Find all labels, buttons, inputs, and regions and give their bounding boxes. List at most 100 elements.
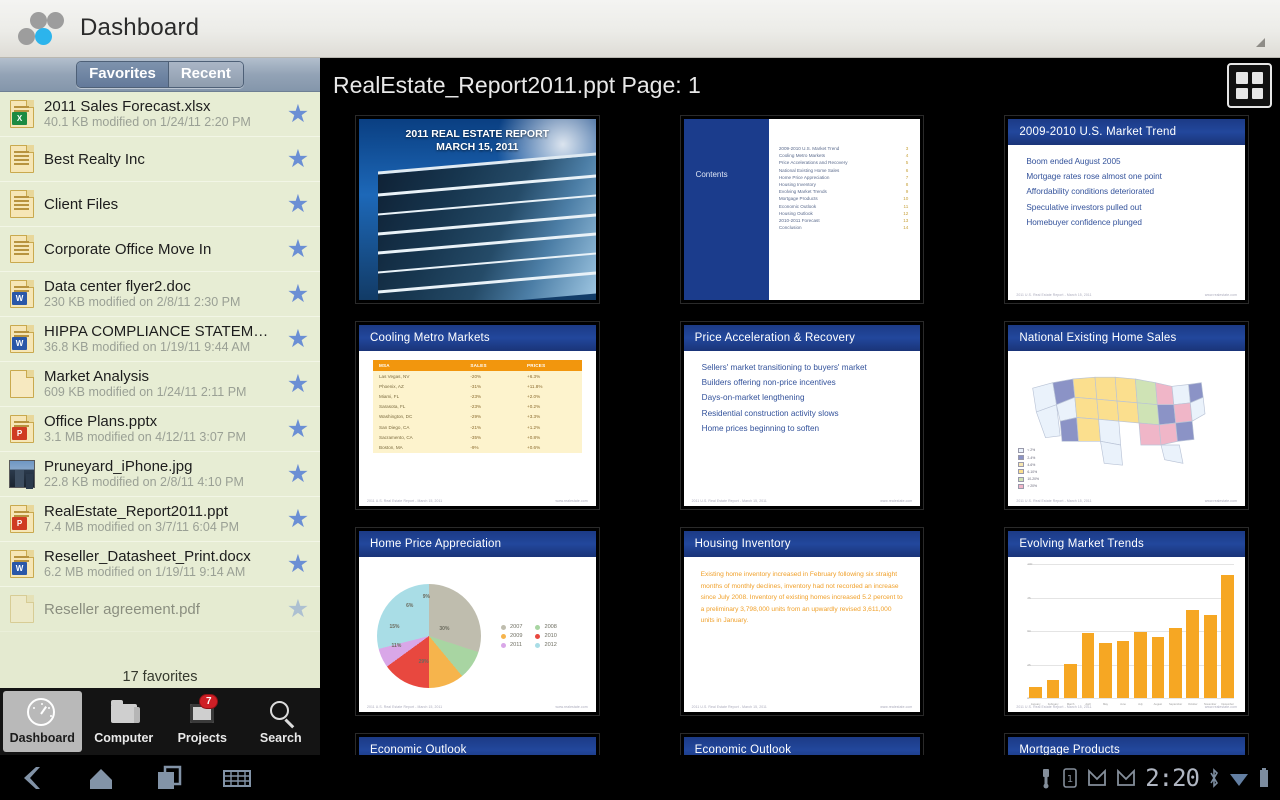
tab-label: Search: [259, 731, 302, 745]
slide-thumbnail[interactable]: Mortgage Products citibank BankofAmerica…: [1005, 734, 1248, 755]
tab-label: Dashboard: [9, 731, 75, 745]
toc-page: 3: [905, 146, 909, 151]
gauge-icon: [27, 698, 57, 728]
star-icon[interactable]: ★: [276, 191, 320, 217]
slide-paragraph: Existing home inventory increased in Feb…: [700, 571, 903, 625]
star-icon[interactable]: ★: [276, 506, 320, 532]
clock: 2:20: [1145, 763, 1200, 792]
slide-heading: Evolving Market Trends: [1019, 538, 1144, 550]
cooling-metro-markets-table: MSA SALES PRICES Las Vegas, NV -20% +6.3% …: [373, 360, 582, 453]
tab-favorites[interactable]: Favorites: [77, 62, 168, 87]
file-meta: 230 KB modified on 2/8/11 2:30 PM: [44, 295, 241, 309]
toc-entry: Housing Inventory: [778, 182, 816, 188]
bullet: Affordability conditions deteriorated: [1026, 187, 1155, 197]
slide-thumbnail[interactable]: Economic Outlook Recruitment & Employmen…: [680, 734, 924, 755]
star-icon[interactable]: ★: [276, 281, 320, 307]
favorites-file-list[interactable]: X 2011 Sales Forecast.xlsx 40.1 KB modif…: [0, 92, 320, 688]
slide-heading: Mortgage Products: [1019, 744, 1120, 755]
toc-page: 12: [903, 210, 909, 216]
recent-apps-icon[interactable]: [152, 763, 186, 793]
home-icon[interactable]: [84, 763, 118, 793]
pie-legend: 2007 2008 2009 2010 2011 2012: [501, 624, 557, 648]
bluetooth-icon: [1208, 767, 1220, 789]
list-item[interactable]: W Reseller_Datasheet_Print.docx 6.2 MB m…: [0, 542, 320, 587]
slide-thumbnail[interactable]: Economic Outlook Economic think-tank the…: [356, 734, 599, 755]
toc-entry: Price Accelerations and Recovery: [778, 160, 848, 166]
list-item[interactable]: Corporate Office Move In ★: [0, 227, 320, 272]
tab-dashboard[interactable]: Dashboard: [3, 691, 82, 752]
list-item[interactable]: W HIPPA COMPLIANCE STATEMENT.docx 36.8 K…: [0, 317, 320, 362]
tab-projects[interactable]: 7 Projects: [163, 688, 242, 755]
legend-label: 6-10%: [1027, 469, 1038, 474]
svg-text:1: 1: [1067, 774, 1073, 785]
list-item[interactable]: W Data center flyer2.doc 230 KB modified…: [0, 272, 320, 317]
tab-label: Projects: [177, 731, 227, 745]
battery-icon: [1258, 767, 1270, 789]
grid-view-icon[interactable]: [1227, 63, 1272, 108]
star-icon[interactable]: ★: [276, 596, 320, 622]
chart-bar: [1081, 633, 1095, 698]
slide-footer-right: www.realestate.com: [555, 499, 588, 503]
slide-heading: National Existing Home Sales: [1019, 332, 1177, 344]
table-row: Washington, DC -29% +3.3%: [379, 414, 541, 420]
tab-recent[interactable]: Recent: [167, 62, 243, 87]
list-item[interactable]: P RealEstate_Report2011.ppt 7.4 MB modif…: [0, 497, 320, 542]
hamburger-menu-icon[interactable]: [1226, 10, 1266, 48]
slide-thumbnail-grid[interactable]: 2011 REAL ESTATE REPORT MARCH 15, 2011 C…: [320, 114, 1280, 755]
toc-page: 8: [905, 182, 909, 188]
toc-entry: Cooling Metro Markets: [778, 153, 826, 159]
slide-thumbnail[interactable]: 2009-2010 U.S. Market Trend Boom ended A…: [1005, 116, 1248, 303]
chart-bar: [1029, 687, 1043, 698]
slide-thumbnail[interactable]: Price Acceleration & Recovery Sellers' m…: [680, 322, 924, 509]
star-icon[interactable]: ★: [276, 416, 320, 442]
file-name: Market Analysis: [44, 368, 150, 385]
slide-thumbnail[interactable]: National Existing Home Sales < 2% 2-4% 4…: [1005, 322, 1248, 509]
plain-doc-icon: [0, 370, 44, 398]
powerpoint-file-icon: P: [0, 415, 44, 443]
star-icon[interactable]: ★: [276, 326, 320, 352]
legend-label: 2009: [510, 633, 523, 639]
list-item[interactable]: Pruneyard_iPhone.jpg 22.8 KB modified on…: [0, 452, 320, 497]
slide-heading: Economic Outlook: [694, 744, 792, 755]
four-dots-logo-icon: [14, 10, 64, 50]
toc-page: 5: [905, 160, 909, 166]
star-icon[interactable]: ★: [276, 236, 320, 262]
slide-thumbnail[interactable]: Contents 2009-2010 U.S. Market Trend 3 Co…: [680, 116, 924, 303]
slide-thumbnail[interactable]: Cooling Metro Markets MSA SALES PRICES L…: [356, 322, 599, 509]
tab-computer[interactable]: Computer: [85, 688, 164, 755]
list-item[interactable]: Market Analysis 609 KB modified on 1/24/…: [0, 362, 320, 407]
slide-heading: Price Acceleration & Recovery: [694, 332, 856, 344]
table-of-contents: 2009-2010 U.S. Market Trend 3 Cooling Met…: [769, 119, 920, 300]
slide-footer-right: www.realestate.com: [1204, 293, 1237, 297]
projects-icon: 7: [187, 694, 219, 728]
slide-footer-left: 2011 U.S. Real Estate Report - March 15,…: [1016, 705, 1092, 709]
slide-heading: Housing Inventory: [694, 538, 791, 550]
tab-search[interactable]: Search: [242, 688, 321, 755]
bullet: Builders offering non-price incentives: [701, 378, 836, 388]
slide-footer-right: www.realestate.com: [1204, 705, 1237, 709]
slide-thumbnail[interactable]: Evolving Market Trends 100 75 50 25 0 Ja…: [1005, 528, 1248, 715]
star-icon[interactable]: ★: [276, 371, 320, 397]
toc-page: 4: [905, 153, 909, 159]
magnifier-icon: [266, 698, 296, 728]
slide-thumbnail[interactable]: 2011 REAL ESTATE REPORT MARCH 15, 2011: [356, 116, 599, 303]
list-item[interactable]: Client Files ★: [0, 182, 320, 227]
list-item[interactable]: X 2011 Sales Forecast.xlsx 40.1 KB modif…: [0, 92, 320, 137]
back-icon[interactable]: [16, 763, 50, 793]
chart-bar: [1116, 641, 1130, 698]
list-item[interactable]: Reseller agreement.pdf ★: [0, 587, 320, 632]
toc-entry: National Existing Home Sales: [778, 167, 840, 173]
keyboard-icon[interactable]: [220, 763, 254, 793]
slide-thumbnail[interactable]: Housing Inventory Existing home inventor…: [680, 528, 924, 715]
star-icon[interactable]: ★: [276, 101, 320, 127]
star-icon[interactable]: ★: [276, 146, 320, 172]
slide-thumbnail[interactable]: Home Price Appreciation 30% 9% 11% 15% 6…: [356, 528, 599, 715]
list-item[interactable]: P Office Plans.pptx 3.1 MB modified on 4…: [0, 407, 320, 452]
star-icon[interactable]: ★: [276, 461, 320, 487]
file-name: Pruneyard_iPhone.jpg: [44, 458, 193, 475]
star-icon[interactable]: ★: [276, 551, 320, 577]
toc-entry: 2009-2010 U.S. Market Trend: [778, 146, 840, 151]
slide-footer-left: 2011 U.S. Real Estate Report - March 15,…: [1016, 293, 1092, 297]
list-item[interactable]: Best Realty Inc ★: [0, 137, 320, 182]
gmail-icon: [1116, 768, 1136, 787]
